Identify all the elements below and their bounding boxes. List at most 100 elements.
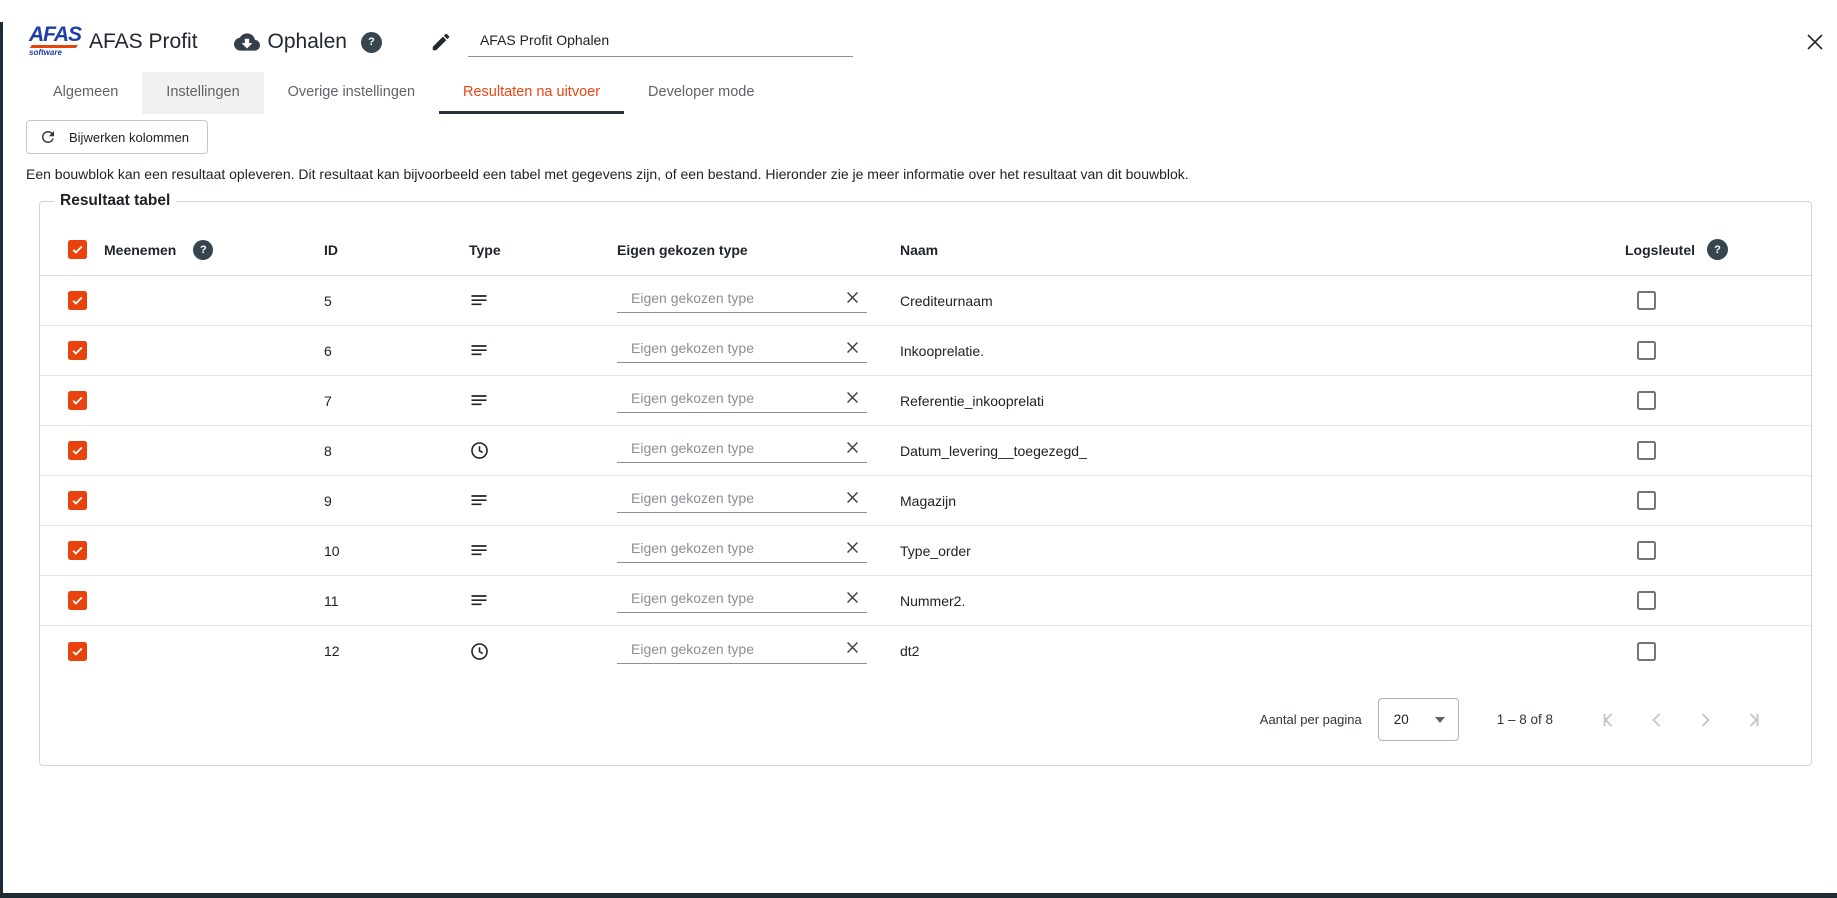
include-checkbox[interactable] [68,642,87,661]
column-header-id: ID [324,242,469,258]
row-id: 12 [324,643,469,659]
logkey-checkbox[interactable] [1637,541,1656,560]
table-row: 6 Inkooprelatie. [40,326,1811,376]
first-page-icon[interactable] [1597,708,1621,732]
select-all-checkbox[interactable] [68,240,87,259]
toolbar: Bijwerken kolommen [26,120,1837,154]
custom-type-input[interactable] [617,438,844,456]
table-row: 12 dt2 [40,626,1811,676]
logsleutel-help-badge[interactable]: ? [1707,239,1728,260]
tab-developer-mode[interactable]: Developer mode [624,72,778,114]
clear-icon[interactable] [844,489,861,506]
custom-type-field [617,338,867,363]
include-checkbox[interactable] [68,491,87,510]
row-name: dt2 [900,643,1625,659]
table-body: 5 Crediteurnaam 6 [40,276,1811,676]
custom-type-input[interactable] [617,338,844,356]
table-row: 11 Nummer2. [40,576,1811,626]
logkey-checkbox[interactable] [1637,391,1656,410]
custom-type-input[interactable] [617,538,844,556]
previous-page-icon[interactable] [1645,708,1669,732]
include-checkbox[interactable] [68,541,87,560]
connector-name-input[interactable] [468,28,853,57]
logkey-checkbox[interactable] [1637,341,1656,360]
tab-instellingen[interactable]: Instellingen [142,72,263,114]
row-id: 9 [324,493,469,509]
page-size-value: 20 [1394,712,1409,727]
clear-icon[interactable] [844,289,861,306]
clear-icon[interactable] [844,439,861,456]
meenemen-help-badge[interactable]: ? [193,240,213,260]
result-table-fieldset: Resultaat tabel Meenemen ? ID Type Eigen… [39,192,1812,766]
tab-bar: Algemeen Instellingen Overige instelling… [29,72,1837,114]
row-name: Referentie_inkooprelati [900,393,1625,409]
page-range: 1 – 8 of 8 [1497,712,1553,727]
table-row: 7 Referentie_inkooprelati [40,376,1811,426]
clock-type-icon [469,440,617,461]
text-type-icon [469,391,617,411]
include-checkbox[interactable] [68,441,87,460]
row-name: Crediteurnaam [900,293,1625,309]
clear-icon[interactable] [844,589,861,606]
refresh-icon [39,128,57,146]
table-header-row: Meenemen ? ID Type Eigen gekozen type Na… [40,224,1811,276]
logkey-checkbox[interactable] [1637,591,1656,610]
logkey-checkbox[interactable] [1637,441,1656,460]
custom-type-input[interactable] [617,639,844,657]
logo-brand-text: AFAS [29,25,81,45]
clear-icon[interactable] [844,639,861,656]
custom-type-field [617,639,867,664]
table-row: 9 Magazijn [40,476,1811,526]
cloud-download-icon [234,29,260,55]
custom-type-field [617,438,867,463]
result-description: Een bouwblok kan een resultaat opleveren… [26,166,1837,182]
custom-type-field [617,538,867,563]
row-name: Inkooprelatie. [900,343,1625,359]
custom-type-input[interactable] [617,288,844,306]
clear-icon[interactable] [844,539,861,556]
afas-logo: AFAS software [29,25,81,59]
clear-icon[interactable] [844,339,861,356]
table-row: 5 Crediteurnaam [40,276,1811,326]
column-header-logsleutel: Logsleutel [1625,242,1695,258]
include-checkbox[interactable] [68,391,87,410]
tab-overige-instellingen[interactable]: Overige instellingen [264,72,439,114]
custom-type-input[interactable] [617,388,844,406]
custom-type-input[interactable] [617,588,844,606]
update-columns-button[interactable]: Bijwerken kolommen [26,120,208,154]
row-id: 5 [324,293,469,309]
logkey-checkbox[interactable] [1637,291,1656,310]
row-id: 6 [324,343,469,359]
clear-icon[interactable] [844,389,861,406]
table-row: 8 Datum_levering__toegezegd_ [40,426,1811,476]
include-checkbox[interactable] [68,341,87,360]
text-type-icon [469,541,617,561]
tab-algemeen[interactable]: Algemeen [29,72,142,114]
include-checkbox[interactable] [68,291,87,310]
include-checkbox[interactable] [68,591,87,610]
logkey-checkbox[interactable] [1637,491,1656,510]
last-page-icon[interactable] [1741,708,1765,732]
close-icon[interactable] [1803,30,1827,54]
clock-type-icon [469,641,617,662]
custom-type-input[interactable] [617,488,844,506]
pagination: Aantal per pagina 20 1 – 8 of 8 [40,676,1811,747]
column-header-naam: Naam [900,242,1625,258]
connector-action: Ophalen ? [234,29,382,55]
custom-type-field [617,488,867,513]
custom-type-field [617,588,867,613]
row-id: 7 [324,393,469,409]
logkey-checkbox[interactable] [1637,642,1656,661]
app-title: AFAS Profit [89,30,198,54]
text-type-icon [469,341,617,361]
next-page-icon[interactable] [1693,708,1717,732]
tab-resultaten-na-uitvoer[interactable]: Resultaten na uitvoer [439,72,624,114]
name-edit-group [430,28,853,57]
logo-sub-text: software [29,48,81,57]
update-columns-label: Bijwerken kolommen [69,130,189,145]
row-name: Type_order [900,543,1625,559]
column-header-eigen-gekozen-type: Eigen gekozen type [617,242,900,258]
result-table-legend: Resultaat tabel [54,192,176,210]
page-size-select[interactable]: 20 [1378,698,1459,741]
ophalen-help-badge[interactable]: ? [361,32,382,53]
